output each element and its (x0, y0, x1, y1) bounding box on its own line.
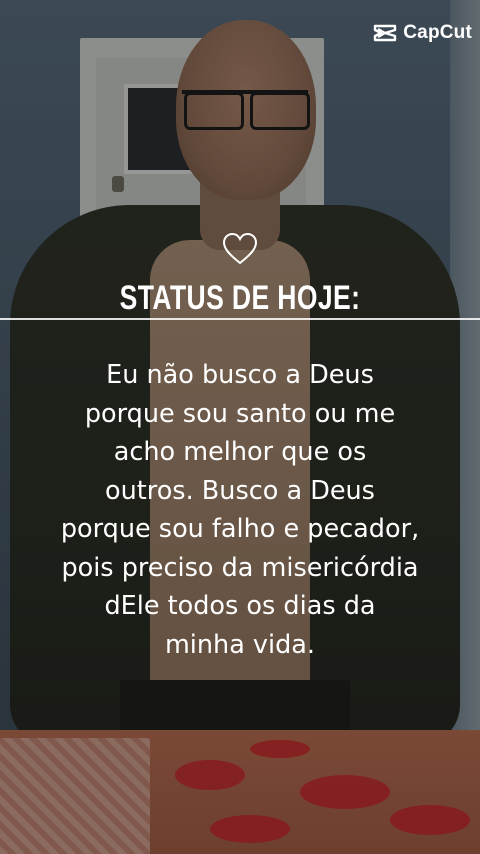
capcut-logo-icon (374, 24, 397, 42)
brand-name: CapCut (403, 22, 472, 43)
capcut-watermark: CapCut (373, 22, 472, 44)
status-quote: Eu não busco a Deus porque sou santo ou … (60, 360, 420, 660)
divider-line (0, 318, 480, 320)
status-title: STATUS DE HOJE: (119, 279, 361, 317)
heart-outline-icon (222, 232, 258, 265)
